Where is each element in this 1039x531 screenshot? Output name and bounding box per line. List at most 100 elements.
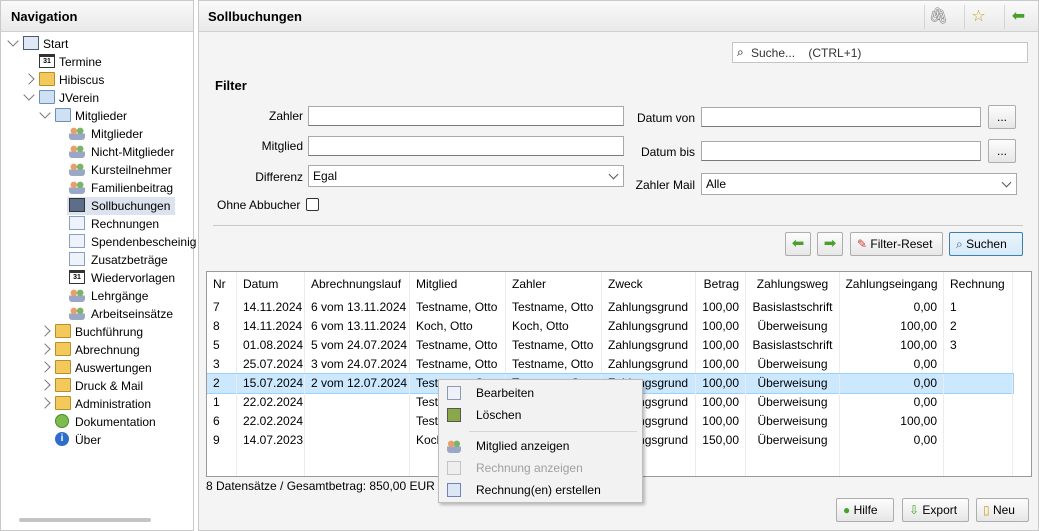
table-cell: Basislastschrift (746, 336, 840, 355)
navigation-title: Navigation (1, 1, 193, 32)
table-cell: Testname, Otto (506, 298, 602, 317)
column-header[interactable]: Betrag (696, 272, 746, 297)
table-cell: Koch, Otto (506, 317, 602, 336)
table-cell: 100,00 (696, 412, 746, 431)
ohne-abbucher-checkbox[interactable] (306, 198, 319, 211)
arrow-right-icon: ➡ (823, 235, 837, 252)
table-cell: 150,00 (696, 431, 746, 450)
export-button[interactable]: ⇩ Export (902, 498, 969, 522)
help-globe-icon (55, 414, 69, 428)
table-cell: 100,00 (696, 374, 746, 393)
column-header[interactable]: Mitglied (410, 272, 506, 297)
differenz-label: Differenz (255, 170, 303, 184)
menu-item-rechnungen-erstellen[interactable]: Rechnung(en) erstellen (439, 479, 642, 501)
table-summary: 8 Datensätze / Gesamtbetrag: 850,00 EUR (206, 479, 435, 493)
table-row[interactable]: 5 01.08.2024 5 vom 24.07.2024 Testname, Ott… (207, 336, 1013, 355)
column-header[interactable]: Datum (237, 272, 305, 297)
hilfe-button[interactable]: ● Hilfe (836, 498, 894, 522)
table-cell: 100,00 (840, 336, 944, 355)
menu-item-mitglied-anzeigen[interactable]: Mitglied anzeigen (439, 435, 642, 457)
table-row[interactable]: 3 25.07.2024 3 vom 24.07.2024 Testname, Ott… (207, 355, 1013, 374)
menu-item-bearbeiten[interactable]: Bearbeiten (439, 382, 642, 404)
table-row[interactable]: 7 14.11.2024 6 vom 13.11.2024 Testname, Ott… (207, 298, 1013, 317)
datum-von-input[interactable] (701, 107, 981, 127)
folder-icon (55, 342, 71, 356)
people-icon (447, 439, 461, 453)
collapse-chevron-icon[interactable] (39, 379, 51, 391)
zahler-label: Zahler (268, 109, 303, 123)
table-cell: Basislastschrift (746, 298, 840, 317)
table-cell: Überweisung (746, 374, 840, 393)
table-cell (944, 374, 1013, 393)
attachment-button[interactable]: 🖇 (924, 5, 952, 29)
filter-group: Filter Zahler Mitglied Differenz Egal Oh… (207, 71, 1033, 264)
differenz-value: Egal (313, 169, 338, 183)
column-header[interactable]: Abrechnungslauf (305, 272, 410, 297)
datum-bis-picker-button[interactable]: ... (988, 139, 1016, 163)
collapse-chevron-icon[interactable] (39, 343, 51, 355)
table-cell: 25.07.2024 (237, 355, 305, 374)
bookmark-button[interactable]: ☆ (964, 5, 992, 29)
column-header[interactable]: Zweck (602, 272, 696, 297)
table-cell: 0,00 (840, 393, 944, 412)
table-cell: Überweisung (746, 412, 840, 431)
filter-reset-button[interactable]: ✎ Filter-Reset (850, 232, 943, 256)
table-cell: 2 (207, 374, 237, 393)
column-header[interactable]: Zahlungsweg (746, 272, 840, 297)
menu-item-rechnung-anzeigen[interactable]: Rechnung anzeigen (439, 457, 642, 479)
table-row[interactable]: 8 14.11.2024 6 vom 13.11.2024 Koch, Otto Koc… (207, 317, 1013, 336)
tree-item-sollbuchungen[interactable]: Sollbuchungen (67, 197, 175, 215)
table-cell: 6 vom 13.11.2024 (305, 298, 410, 317)
folder-icon (55, 324, 71, 338)
folder-icon (55, 396, 71, 410)
document-icon (69, 252, 85, 266)
menu-item-loeschen[interactable]: Löschen (439, 404, 642, 426)
collapse-chevron-icon[interactable] (23, 73, 35, 85)
table-cell (944, 355, 1013, 374)
expand-chevron-icon[interactable] (23, 89, 35, 101)
table-cell: 6 (207, 412, 237, 431)
mitglied-input[interactable] (308, 136, 624, 156)
class-icon (69, 288, 85, 302)
mitglied-label: Mitglied (261, 139, 303, 153)
column-header[interactable]: Rechnung (944, 272, 1013, 297)
table-cell: Koch, Otto (410, 317, 506, 336)
zahler-mail-value: Alle (706, 177, 727, 191)
table-cell: 100,00 (696, 336, 746, 355)
folder-open-icon (39, 90, 55, 104)
table-cell: 100,00 (696, 298, 746, 317)
table-cell: 14.11.2024 (237, 298, 305, 317)
suchen-button[interactable]: ⌕ Suchen (949, 232, 1023, 256)
search-input[interactable]: ⌕ Suche... (CTRL+1) (732, 42, 1028, 63)
neu-button[interactable]: ▯ Neu (976, 498, 1029, 522)
collapse-chevron-icon[interactable] (39, 397, 51, 409)
datum-von-picker-button[interactable]: ... (988, 105, 1016, 129)
main-header: Sollbuchungen 🖇 ☆ ⬅ (199, 1, 1038, 32)
navigation-panel: Navigation Start 31 Termine Hibiscus JVe… (0, 0, 196, 531)
zahler-mail-label: Zahler Mail (635, 178, 695, 192)
previous-button[interactable]: ⬅ (785, 232, 811, 256)
expand-chevron-icon[interactable] (39, 107, 51, 119)
datum-bis-input[interactable] (701, 141, 981, 161)
horizontal-scrollbar[interactable] (19, 518, 151, 522)
column-header[interactable]: Zahler (506, 272, 602, 297)
collapse-chevron-icon[interactable] (39, 325, 51, 337)
table-cell: 2 (944, 317, 1013, 336)
back-button[interactable]: ⬅ (1004, 5, 1032, 29)
collapse-chevron-icon[interactable] (39, 361, 51, 373)
next-button[interactable]: ➡ (817, 232, 843, 256)
table-cell: 100,00 (696, 317, 746, 336)
computer-icon (23, 36, 39, 50)
table-cell: 14.11.2024 (237, 317, 305, 336)
ohne-abbucher-label: Ohne Abbucher (217, 198, 301, 212)
table-cell: 0,00 (840, 374, 944, 393)
table-cell (944, 412, 1013, 431)
zahler-mail-select[interactable]: Alle (701, 173, 1017, 195)
differenz-select[interactable]: Egal (308, 165, 624, 187)
back-arrow-icon: ⬅ (1011, 8, 1026, 25)
expand-chevron-icon[interactable] (7, 35, 19, 47)
column-header[interactable]: Zahlungseingang (840, 272, 944, 297)
zahler-input[interactable] (308, 106, 624, 126)
table-cell: Testname, Otto (410, 298, 506, 317)
column-header[interactable]: Nr (207, 272, 237, 297)
